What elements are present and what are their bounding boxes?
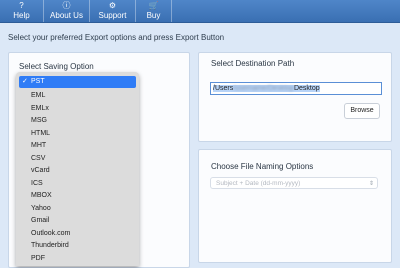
option-mbox[interactable]: MBOX (19, 190, 136, 202)
option-pst[interactable]: ✓ PST (19, 76, 136, 88)
buy-label: Buy (146, 11, 161, 20)
destination-title: Select Destination Path (211, 59, 295, 68)
option-label: vCard (31, 167, 50, 174)
option-label: MSG (31, 117, 47, 124)
option-msg[interactable]: MSG (19, 115, 136, 127)
option-label: Thunderbird (31, 242, 69, 249)
saving-option-dropdown[interactable]: ✓ PST EML EMLx MSG HTML MHT CSV vCard IC… (16, 72, 139, 266)
option-emlx[interactable]: EMLx (19, 103, 136, 115)
support-button[interactable]: ⚙ Support (90, 0, 136, 22)
option-label: PDF (31, 254, 45, 262)
option-label: CSV (31, 154, 46, 162)
destination-panel: Select Destination Path (198, 52, 392, 142)
option-label: EML (31, 92, 46, 99)
about-us-button[interactable]: ⓘ About Us (44, 0, 90, 22)
naming-panel: Choose File Naming Options (198, 149, 392, 263)
naming-select[interactable]: Subject + Date (dd-mm-yyyy) ⇕ (210, 177, 378, 189)
buy-button[interactable]: 🛒 Buy (136, 0, 172, 22)
option-pdf[interactable]: PDF (19, 253, 136, 265)
support-label: Support (98, 11, 127, 20)
option-csv[interactable]: CSV (19, 153, 136, 165)
option-gmail[interactable]: Gmail (19, 215, 136, 227)
toolbar: ? Help ⓘ About Us ⚙ Support 🛒 Buy (0, 0, 400, 23)
option-label: ICS (31, 179, 43, 187)
path-text: /Users/username/DesktopDesktop (213, 85, 320, 92)
help-button[interactable]: ? Help (0, 0, 44, 22)
option-label: PST (31, 78, 45, 85)
option-vcard[interactable]: vCard (19, 165, 136, 177)
browse-button[interactable]: Browse (344, 103, 380, 119)
option-mht[interactable]: MHT (19, 140, 136, 152)
option-label: Outlook.com (31, 229, 71, 237)
about-us-label: About Us (50, 11, 83, 20)
option-label: EMLx (31, 104, 49, 112)
option-label: MBOX (31, 192, 52, 199)
option-ics[interactable]: ICS (19, 178, 136, 190)
cart-icon: 🛒 (148, 1, 159, 10)
path-prefix: /Users (213, 85, 234, 92)
gear-icon: ⚙ (108, 1, 117, 10)
option-yahoo[interactable]: Yahoo (19, 203, 136, 215)
option-eml[interactable]: EML (19, 90, 136, 102)
option-label: Gmail (31, 217, 50, 224)
path-blurred: /username/Desktop (233, 85, 294, 92)
up-down-arrows-icon: ⇕ (368, 181, 374, 187)
option-thunderbird[interactable]: Thunderbird (19, 240, 136, 252)
option-outlook-com[interactable]: Outlook.com (19, 228, 136, 240)
question-icon: ? (19, 1, 24, 10)
checkmark-icon: ✓ (22, 78, 28, 85)
saving-option-title: Select Saving Option (19, 62, 94, 71)
destination-path-input[interactable]: /Users/username/DesktopDesktop (210, 82, 382, 95)
info-icon: ⓘ (62, 1, 71, 10)
path-suffix: Desktop (293, 85, 320, 92)
naming-placeholder: Subject + Date (dd-mm-yyyy) (216, 180, 301, 187)
naming-title: Choose File Naming Options (211, 162, 314, 171)
option-label: MHT (31, 142, 47, 149)
option-label: Yahoo (31, 204, 51, 212)
option-html[interactable]: HTML (19, 128, 136, 140)
instruction-text: Select your preferred Export options and… (8, 33, 225, 42)
option-label: HTML (31, 129, 51, 137)
help-label: Help (13, 11, 30, 20)
